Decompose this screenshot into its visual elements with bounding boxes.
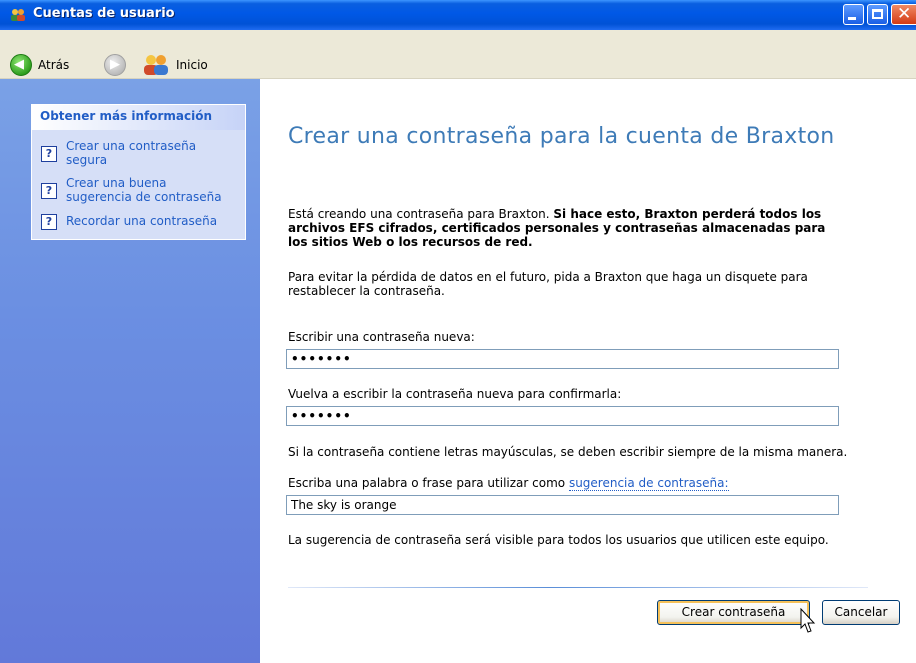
warning-intro: Está creando una contraseña para Braxton… — [288, 207, 554, 221]
forward-arrow-icon: ▶ — [110, 57, 120, 72]
new-password-label: Escribir una contraseña nueva: — [288, 330, 475, 344]
panel-header: Obtener más información — [32, 105, 245, 130]
page-title: Crear una contraseña para la cuenta de B… — [288, 124, 835, 149]
link-create-secure-password[interactable]: Crear una contraseña segura — [66, 139, 236, 167]
minimize-button[interactable] — [843, 4, 864, 25]
case-sensitivity-note: Si la contraseña contiene letras mayúscu… — [288, 445, 848, 459]
help-icon: ? — [41, 183, 57, 199]
hint-label-prefix: Escriba una palabra o frase para utiliza… — [288, 476, 569, 490]
password-hint-input[interactable]: The sky is orange — [286, 495, 839, 515]
panel-title: Obtener más información — [40, 109, 213, 123]
advice-text: Para evitar la pérdida de datos en el fu… — [288, 270, 808, 298]
confirm-password-input[interactable]: ••••••• — [286, 406, 839, 426]
user-accounts-icon — [11, 9, 25, 21]
home-users-icon[interactable] — [140, 52, 172, 78]
link-create-good-hint[interactable]: Crear una buena sugerencia de contraseña — [66, 176, 236, 204]
link-remember-password[interactable]: Recordar una contraseña — [66, 214, 241, 228]
close-icon: ✕ — [897, 4, 912, 24]
maximize-icon — [872, 9, 883, 19]
back-button[interactable]: ◀ — [10, 54, 32, 76]
back-label[interactable]: Atrás — [38, 58, 69, 72]
create-password-button[interactable]: Crear contraseña — [657, 600, 810, 625]
window-title: Cuentas de usuario — [33, 6, 175, 21]
maximize-button[interactable] — [867, 4, 888, 25]
minimize-icon — [848, 17, 856, 20]
forward-button[interactable]: ▶ — [104, 54, 126, 76]
close-button[interactable]: ✕ — [891, 4, 916, 25]
confirm-password-label: Vuelva a escribir la contraseña nueva pa… — [288, 387, 622, 401]
title-bar: Cuentas de usuario ✕ — [0, 0, 916, 30]
home-label[interactable]: Inicio — [176, 58, 208, 72]
help-icon: ? — [41, 214, 57, 230]
divider — [288, 587, 868, 588]
hint-visibility-note: La sugerencia de contraseña será visible… — [288, 533, 829, 547]
cancel-button[interactable]: Cancelar — [822, 600, 900, 625]
hint-help-link[interactable]: sugerencia de contraseña: — [568, 476, 729, 491]
help-icon: ? — [41, 146, 57, 162]
hint-label: Escriba una palabra o frase para utiliza… — [288, 476, 729, 491]
warning-text: Está creando una contraseña para Braxton… — [288, 207, 848, 249]
back-arrow-icon: ◀ — [14, 57, 24, 72]
new-password-input[interactable]: ••••••• — [286, 349, 839, 369]
mouse-cursor-icon — [800, 608, 816, 633]
navigation-toolbar — [0, 30, 916, 79]
